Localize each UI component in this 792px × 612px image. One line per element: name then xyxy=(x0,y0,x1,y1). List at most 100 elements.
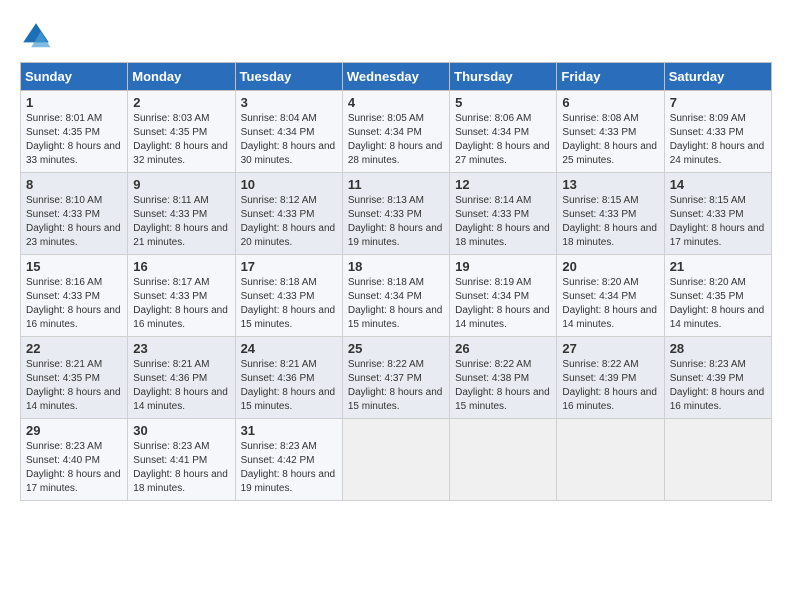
calendar-table: SundayMondayTuesdayWednesdayThursdayFrid… xyxy=(20,62,772,501)
day-cell xyxy=(664,419,771,501)
day-cell: 29 Sunrise: 8:23 AMSunset: 4:40 PMDaylig… xyxy=(21,419,128,501)
col-header-monday: Monday xyxy=(128,63,235,91)
day-detail: Sunrise: 8:15 AMSunset: 4:33 PMDaylight:… xyxy=(562,195,657,248)
day-cell xyxy=(450,419,557,501)
day-cell: 22 Sunrise: 8:21 AMSunset: 4:35 PMDaylig… xyxy=(21,337,128,419)
week-row-3: 15 Sunrise: 8:16 AMSunset: 4:33 PMDaylig… xyxy=(21,255,772,337)
day-number: 2 xyxy=(133,95,229,110)
day-cell: 21 Sunrise: 8:20 AMSunset: 4:35 PMDaylig… xyxy=(664,255,771,337)
day-detail: Sunrise: 8:12 AMSunset: 4:33 PMDaylight:… xyxy=(241,195,336,248)
day-cell: 14 Sunrise: 8:15 AMSunset: 4:33 PMDaylig… xyxy=(664,173,771,255)
day-number: 31 xyxy=(241,423,337,438)
day-number: 13 xyxy=(562,177,658,192)
day-cell: 11 Sunrise: 8:13 AMSunset: 4:33 PMDaylig… xyxy=(342,173,449,255)
day-detail: Sunrise: 8:04 AMSunset: 4:34 PMDaylight:… xyxy=(241,113,336,166)
col-header-sunday: Sunday xyxy=(21,63,128,91)
day-number: 26 xyxy=(455,341,551,356)
day-cell: 17 Sunrise: 8:18 AMSunset: 4:33 PMDaylig… xyxy=(235,255,342,337)
day-number: 3 xyxy=(241,95,337,110)
day-detail: Sunrise: 8:21 AMSunset: 4:36 PMDaylight:… xyxy=(133,359,228,412)
day-detail: Sunrise: 8:21 AMSunset: 4:36 PMDaylight:… xyxy=(241,359,336,412)
day-detail: Sunrise: 8:19 AMSunset: 4:34 PMDaylight:… xyxy=(455,277,550,330)
day-cell: 19 Sunrise: 8:19 AMSunset: 4:34 PMDaylig… xyxy=(450,255,557,337)
day-detail: Sunrise: 8:06 AMSunset: 4:34 PMDaylight:… xyxy=(455,113,550,166)
day-detail: Sunrise: 8:20 AMSunset: 4:34 PMDaylight:… xyxy=(562,277,657,330)
day-detail: Sunrise: 8:16 AMSunset: 4:33 PMDaylight:… xyxy=(26,277,121,330)
day-number: 14 xyxy=(670,177,766,192)
day-cell: 12 Sunrise: 8:14 AMSunset: 4:33 PMDaylig… xyxy=(450,173,557,255)
day-number: 12 xyxy=(455,177,551,192)
day-detail: Sunrise: 8:13 AMSunset: 4:33 PMDaylight:… xyxy=(348,195,443,248)
day-cell: 5 Sunrise: 8:06 AMSunset: 4:34 PMDayligh… xyxy=(450,91,557,173)
day-detail: Sunrise: 8:23 AMSunset: 4:40 PMDaylight:… xyxy=(26,441,121,494)
day-detail: Sunrise: 8:05 AMSunset: 4:34 PMDaylight:… xyxy=(348,113,443,166)
day-cell: 23 Sunrise: 8:21 AMSunset: 4:36 PMDaylig… xyxy=(128,337,235,419)
day-detail: Sunrise: 8:11 AMSunset: 4:33 PMDaylight:… xyxy=(133,195,228,248)
day-cell: 26 Sunrise: 8:22 AMSunset: 4:38 PMDaylig… xyxy=(450,337,557,419)
day-number: 9 xyxy=(133,177,229,192)
logo-icon xyxy=(20,20,52,52)
day-number: 29 xyxy=(26,423,122,438)
day-number: 7 xyxy=(670,95,766,110)
page-header xyxy=(20,20,772,52)
col-header-friday: Friday xyxy=(557,63,664,91)
day-number: 11 xyxy=(348,177,444,192)
day-number: 28 xyxy=(670,341,766,356)
day-detail: Sunrise: 8:22 AMSunset: 4:39 PMDaylight:… xyxy=(562,359,657,412)
day-detail: Sunrise: 8:17 AMSunset: 4:33 PMDaylight:… xyxy=(133,277,228,330)
day-detail: Sunrise: 8:09 AMSunset: 4:33 PMDaylight:… xyxy=(670,113,765,166)
day-cell: 18 Sunrise: 8:18 AMSunset: 4:34 PMDaylig… xyxy=(342,255,449,337)
day-cell: 1 Sunrise: 8:01 AMSunset: 4:35 PMDayligh… xyxy=(21,91,128,173)
day-cell: 24 Sunrise: 8:21 AMSunset: 4:36 PMDaylig… xyxy=(235,337,342,419)
day-detail: Sunrise: 8:08 AMSunset: 4:33 PMDaylight:… xyxy=(562,113,657,166)
day-number: 17 xyxy=(241,259,337,274)
day-detail: Sunrise: 8:18 AMSunset: 4:33 PMDaylight:… xyxy=(241,277,336,330)
day-cell: 25 Sunrise: 8:22 AMSunset: 4:37 PMDaylig… xyxy=(342,337,449,419)
week-row-5: 29 Sunrise: 8:23 AMSunset: 4:40 PMDaylig… xyxy=(21,419,772,501)
day-detail: Sunrise: 8:21 AMSunset: 4:35 PMDaylight:… xyxy=(26,359,121,412)
day-detail: Sunrise: 8:15 AMSunset: 4:33 PMDaylight:… xyxy=(670,195,765,248)
week-row-4: 22 Sunrise: 8:21 AMSunset: 4:35 PMDaylig… xyxy=(21,337,772,419)
day-number: 15 xyxy=(26,259,122,274)
day-detail: Sunrise: 8:22 AMSunset: 4:38 PMDaylight:… xyxy=(455,359,550,412)
logo xyxy=(20,20,56,52)
day-number: 21 xyxy=(670,259,766,274)
day-detail: Sunrise: 8:23 AMSunset: 4:39 PMDaylight:… xyxy=(670,359,765,412)
day-number: 30 xyxy=(133,423,229,438)
day-cell: 30 Sunrise: 8:23 AMSunset: 4:41 PMDaylig… xyxy=(128,419,235,501)
day-cell: 6 Sunrise: 8:08 AMSunset: 4:33 PMDayligh… xyxy=(557,91,664,173)
week-row-1: 1 Sunrise: 8:01 AMSunset: 4:35 PMDayligh… xyxy=(21,91,772,173)
day-cell: 4 Sunrise: 8:05 AMSunset: 4:34 PMDayligh… xyxy=(342,91,449,173)
day-number: 27 xyxy=(562,341,658,356)
day-number: 20 xyxy=(562,259,658,274)
day-cell: 9 Sunrise: 8:11 AMSunset: 4:33 PMDayligh… xyxy=(128,173,235,255)
day-detail: Sunrise: 8:03 AMSunset: 4:35 PMDaylight:… xyxy=(133,113,228,166)
day-detail: Sunrise: 8:20 AMSunset: 4:35 PMDaylight:… xyxy=(670,277,765,330)
day-cell: 10 Sunrise: 8:12 AMSunset: 4:33 PMDaylig… xyxy=(235,173,342,255)
col-header-wednesday: Wednesday xyxy=(342,63,449,91)
day-detail: Sunrise: 8:23 AMSunset: 4:42 PMDaylight:… xyxy=(241,441,336,494)
day-number: 4 xyxy=(348,95,444,110)
day-number: 19 xyxy=(455,259,551,274)
day-detail: Sunrise: 8:01 AMSunset: 4:35 PMDaylight:… xyxy=(26,113,121,166)
day-cell xyxy=(557,419,664,501)
week-row-2: 8 Sunrise: 8:10 AMSunset: 4:33 PMDayligh… xyxy=(21,173,772,255)
col-header-thursday: Thursday xyxy=(450,63,557,91)
day-cell: 13 Sunrise: 8:15 AMSunset: 4:33 PMDaylig… xyxy=(557,173,664,255)
day-number: 24 xyxy=(241,341,337,356)
day-detail: Sunrise: 8:23 AMSunset: 4:41 PMDaylight:… xyxy=(133,441,228,494)
day-cell: 31 Sunrise: 8:23 AMSunset: 4:42 PMDaylig… xyxy=(235,419,342,501)
day-detail: Sunrise: 8:14 AMSunset: 4:33 PMDaylight:… xyxy=(455,195,550,248)
day-number: 25 xyxy=(348,341,444,356)
day-cell: 8 Sunrise: 8:10 AMSunset: 4:33 PMDayligh… xyxy=(21,173,128,255)
day-cell: 16 Sunrise: 8:17 AMSunset: 4:33 PMDaylig… xyxy=(128,255,235,337)
day-cell: 27 Sunrise: 8:22 AMSunset: 4:39 PMDaylig… xyxy=(557,337,664,419)
day-cell: 7 Sunrise: 8:09 AMSunset: 4:33 PMDayligh… xyxy=(664,91,771,173)
day-detail: Sunrise: 8:10 AMSunset: 4:33 PMDaylight:… xyxy=(26,195,121,248)
day-cell: 2 Sunrise: 8:03 AMSunset: 4:35 PMDayligh… xyxy=(128,91,235,173)
day-detail: Sunrise: 8:22 AMSunset: 4:37 PMDaylight:… xyxy=(348,359,443,412)
day-cell: 20 Sunrise: 8:20 AMSunset: 4:34 PMDaylig… xyxy=(557,255,664,337)
day-cell: 3 Sunrise: 8:04 AMSunset: 4:34 PMDayligh… xyxy=(235,91,342,173)
day-cell: 15 Sunrise: 8:16 AMSunset: 4:33 PMDaylig… xyxy=(21,255,128,337)
header-row: SundayMondayTuesdayWednesdayThursdayFrid… xyxy=(21,63,772,91)
